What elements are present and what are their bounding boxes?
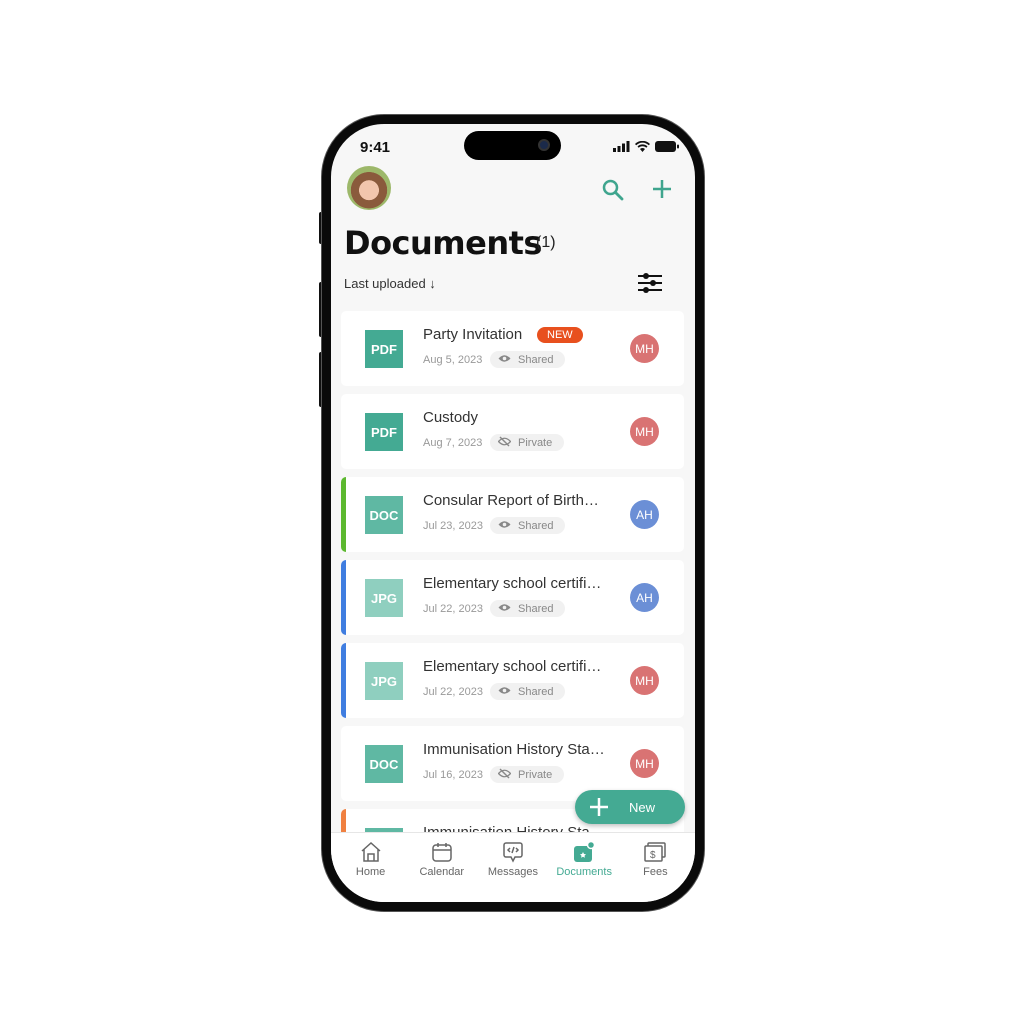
visibility-badge: Private	[490, 766, 565, 783]
fees-icon: $	[644, 842, 667, 862]
profile-avatar[interactable]	[347, 166, 391, 210]
document-date: Jul 22, 2023	[423, 686, 483, 698]
phone-frame: 9:41 Documents (1) Last uploaded ↓ PDF Pa…	[322, 115, 704, 911]
visibility-badge: Pirvate	[490, 434, 565, 451]
add-icon[interactable]	[651, 178, 673, 205]
document-list[interactable]: PDF Party Invitation NEW Aug 5, 2023 Shared M…	[331, 311, 695, 832]
svg-text:$: $	[650, 850, 656, 861]
calendar-icon	[432, 843, 452, 862]
document-card[interactable]: PDF Custody Aug 7, 2023 Pirvate MH	[341, 394, 684, 469]
eye-icon	[498, 603, 511, 615]
page-title: Documents	[344, 224, 542, 262]
document-title: Custody	[423, 409, 479, 426]
document-count: (1)	[536, 234, 556, 251]
dynamic-island	[464, 131, 561, 160]
document-title: Immunisation History Sta…	[423, 741, 605, 758]
document-title: Immunisation History Sta…	[423, 824, 605, 832]
wifi-icon	[635, 141, 650, 152]
visibility-label: Shared	[518, 519, 554, 532]
visibility-label: Shared	[518, 685, 554, 698]
signal-icon	[613, 141, 630, 152]
nav-fees[interactable]: $ Fees	[620, 833, 690, 902]
file-type-icon: JPG	[365, 579, 403, 617]
document-card[interactable]: DOC Consular Report of Birth… Jul 23, 2023…	[341, 477, 684, 552]
status-icons	[613, 141, 679, 152]
nav-documents-label: Documents	[556, 866, 612, 878]
owner-avatar: MH	[630, 334, 659, 363]
owner-avatar: MH	[630, 666, 659, 695]
document-date: Jul 23, 2023	[423, 520, 483, 532]
document-title: Elementary school certifi…	[423, 575, 602, 592]
nav-home[interactable]: Home	[336, 833, 406, 902]
file-type-icon: DOC	[365, 745, 403, 783]
new-button-label: New	[629, 799, 656, 815]
eye-icon	[498, 686, 511, 698]
documents-icon	[574, 841, 596, 862]
new-badge: NEW	[537, 327, 583, 343]
status-time: 9:41	[360, 139, 391, 156]
document-date: Aug 7, 2023	[423, 437, 483, 449]
nav-home-label: Home	[355, 866, 386, 878]
visibility-label: Pirvate	[518, 436, 553, 449]
category-color-bar	[341, 809, 346, 832]
bottom-nav: Home Calendar Messages Documents $ Fees	[331, 832, 695, 902]
search-icon[interactable]	[601, 178, 625, 207]
file-type-icon: PDF	[365, 330, 403, 368]
eye-icon	[498, 520, 511, 532]
document-date: Jul 16, 2023	[423, 769, 483, 781]
filter-sliders-icon[interactable]	[637, 272, 663, 299]
owner-avatar: MH	[630, 749, 659, 778]
nav-messages-label: Messages	[487, 866, 539, 878]
document-card[interactable]: JPG Elementary school certifi… Jul 22, 202…	[341, 643, 684, 718]
visibility-label: Private	[518, 768, 553, 781]
visibility-badge: Shared	[490, 517, 566, 534]
nav-calendar-label: Calendar	[419, 866, 465, 878]
owner-avatar: AH	[630, 583, 659, 612]
nav-documents[interactable]: Documents	[549, 833, 619, 902]
nav-messages[interactable]: Messages	[478, 833, 548, 902]
file-type-icon: JPG	[365, 662, 403, 700]
file-type-icon: PDF	[365, 413, 403, 451]
messages-icon	[503, 842, 523, 863]
document-title: Elementary school certifi…	[423, 658, 602, 675]
document-title: Party Invitation	[423, 326, 523, 343]
visibility-label: Shared	[518, 602, 554, 615]
camera-icon	[538, 139, 550, 151]
eye-icon	[498, 354, 511, 366]
document-date: Aug 5, 2023	[423, 354, 483, 366]
document-title: Consular Report of Birth…	[423, 492, 599, 509]
owner-avatar: MH	[630, 417, 659, 446]
new-document-button[interactable]: New	[575, 790, 685, 824]
sort-dropdown[interactable]: Last uploaded ↓	[344, 276, 436, 291]
home-icon	[361, 841, 381, 862]
nav-calendar[interactable]: Calendar	[407, 833, 477, 902]
battery-icon	[655, 141, 679, 152]
plus-icon	[590, 798, 608, 816]
eye-off-icon	[497, 768, 512, 782]
visibility-badge: Shared	[490, 683, 566, 700]
visibility-badge: Shared	[490, 351, 566, 368]
file-type-icon: DOC	[365, 496, 403, 534]
owner-avatar: AH	[630, 500, 659, 529]
category-color-bar	[341, 477, 346, 552]
document-card[interactable]: PDF Party Invitation NEW Aug 5, 2023 Shared M…	[341, 311, 684, 386]
category-color-bar	[341, 560, 346, 635]
nav-fees-label: Fees	[643, 866, 668, 878]
visibility-badge: Shared	[490, 600, 566, 617]
document-date: Jul 22, 2023	[423, 603, 483, 615]
eye-off-icon	[497, 436, 512, 450]
document-card[interactable]: JPG Elementary school certifi… Jul 22, 202…	[341, 560, 684, 635]
category-color-bar	[341, 643, 346, 718]
visibility-label: Shared	[518, 353, 554, 366]
